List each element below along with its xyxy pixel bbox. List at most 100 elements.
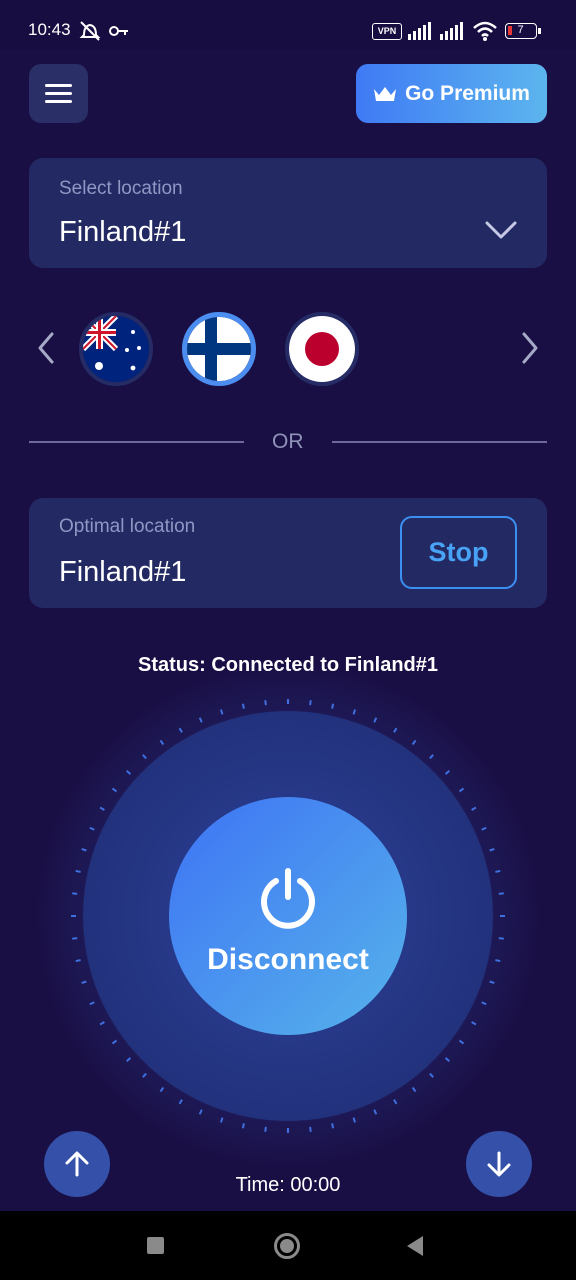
dial-tick bbox=[142, 754, 147, 760]
location-select[interactable]: Select location Finland#1 bbox=[29, 158, 547, 268]
dial-tick bbox=[411, 739, 417, 746]
menu-button[interactable] bbox=[29, 64, 88, 123]
go-premium-label: Go Premium bbox=[405, 81, 530, 105]
dial-tick bbox=[241, 1123, 245, 1129]
dial-tick bbox=[159, 1086, 165, 1093]
dial-tick bbox=[498, 937, 504, 940]
dial-tick bbox=[159, 739, 165, 746]
flag-japan[interactable] bbox=[285, 312, 359, 386]
dial-tick bbox=[111, 787, 118, 793]
signal-icon bbox=[440, 22, 463, 40]
disconnect-button[interactable]: Disconnect bbox=[169, 797, 407, 1035]
back-icon[interactable] bbox=[405, 1235, 425, 1257]
arrow-down-icon bbox=[487, 1151, 511, 1177]
stop-button[interactable]: Stop bbox=[400, 516, 517, 589]
dial-tick bbox=[373, 1109, 378, 1115]
japan-flag-icon bbox=[289, 316, 355, 382]
dial-tick bbox=[99, 1021, 105, 1026]
vpn-badge: VPN bbox=[372, 23, 402, 40]
crown-icon bbox=[374, 86, 397, 101]
chevron-down-icon[interactable] bbox=[485, 220, 517, 240]
finland-flag-icon bbox=[187, 317, 251, 381]
divider-left bbox=[29, 441, 244, 443]
chevron-left-icon[interactable] bbox=[36, 331, 56, 365]
dial-tick bbox=[458, 787, 465, 793]
selected-location-value: Finland#1 bbox=[59, 216, 187, 248]
dial-tick bbox=[264, 1126, 267, 1132]
dial-tick bbox=[352, 709, 357, 715]
mute-icon bbox=[79, 21, 101, 41]
dial-tick bbox=[352, 1117, 357, 1123]
dial-tick bbox=[309, 700, 312, 706]
battery-level: 7 bbox=[517, 24, 524, 36]
vpn-key-icon bbox=[109, 26, 128, 36]
dial-tick bbox=[81, 847, 87, 852]
dial-tick bbox=[178, 1099, 183, 1105]
dial-tick bbox=[126, 770, 132, 775]
dial-tick bbox=[309, 1126, 312, 1132]
chevron-right-icon[interactable] bbox=[520, 331, 540, 365]
dial-tick bbox=[373, 717, 378, 723]
dial-tick bbox=[331, 703, 335, 709]
hamburger-icon bbox=[45, 84, 72, 87]
dial-tick bbox=[142, 1072, 147, 1078]
dial-tick bbox=[75, 869, 81, 873]
dial-tick bbox=[444, 770, 450, 775]
dial-tick bbox=[89, 1001, 95, 1006]
disconnect-label: Disconnect bbox=[207, 943, 369, 976]
dial-tick bbox=[219, 1117, 224, 1123]
divider-right bbox=[332, 441, 547, 443]
battery-icon: 7 bbox=[505, 23, 541, 39]
dial-tick bbox=[458, 1039, 465, 1045]
go-premium-button[interactable]: Go Premium bbox=[356, 64, 547, 123]
dial-tick bbox=[126, 1057, 132, 1062]
status-bar: 10:43 VPN 7 bbox=[0, 0, 576, 50]
dial-tick bbox=[72, 892, 78, 895]
dial-tick bbox=[99, 806, 105, 811]
dial-tick bbox=[264, 700, 267, 706]
optimal-location-card: Optimal location Finland#1 Stop bbox=[29, 498, 547, 608]
or-divider-label: OR bbox=[272, 430, 304, 453]
dial-tick bbox=[198, 1109, 203, 1115]
dial-tick bbox=[81, 980, 87, 985]
clock: 10:43 bbox=[28, 20, 71, 39]
dial-tick bbox=[111, 1039, 118, 1045]
dial-tick bbox=[481, 1001, 487, 1006]
dial-tick bbox=[495, 959, 501, 963]
dial-tick bbox=[241, 703, 245, 709]
wifi-icon bbox=[473, 21, 497, 41]
dial-tick bbox=[219, 709, 224, 715]
hamburger-icon-line bbox=[45, 100, 72, 103]
dial-tick bbox=[393, 1099, 398, 1105]
australia-flag-icon bbox=[83, 316, 149, 382]
dial-tick bbox=[72, 937, 78, 940]
dial-tick bbox=[411, 1086, 417, 1093]
recents-icon[interactable] bbox=[147, 1237, 164, 1254]
flag-finland[interactable] bbox=[182, 312, 256, 386]
dial-tick bbox=[489, 847, 495, 852]
signal-icon bbox=[408, 22, 431, 40]
select-location-caption: Select location bbox=[59, 178, 183, 199]
dial-tick bbox=[471, 1021, 477, 1026]
dial-tick bbox=[75, 959, 81, 963]
dial-tick bbox=[331, 1123, 335, 1129]
optimal-location-caption: Optimal location bbox=[59, 516, 196, 537]
power-icon bbox=[261, 868, 315, 929]
dial-tick bbox=[89, 826, 95, 831]
dial-tick bbox=[495, 869, 501, 873]
dial-tick bbox=[481, 826, 487, 831]
dial-tick bbox=[444, 1057, 450, 1062]
hamburger-icon-line bbox=[45, 92, 72, 95]
dial-tick bbox=[393, 727, 398, 733]
system-nav-bar bbox=[0, 1211, 576, 1280]
dial-tick bbox=[489, 980, 495, 985]
dial-tick bbox=[429, 1072, 434, 1078]
dial-tick bbox=[498, 892, 504, 895]
dial-tick bbox=[429, 754, 434, 760]
home-icon[interactable] bbox=[274, 1233, 300, 1259]
download-speed-button[interactable] bbox=[466, 1131, 532, 1197]
flag-australia[interactable] bbox=[79, 312, 153, 386]
dial-tick bbox=[178, 727, 183, 733]
dial-tick bbox=[471, 806, 477, 811]
dial-tick bbox=[198, 717, 203, 723]
